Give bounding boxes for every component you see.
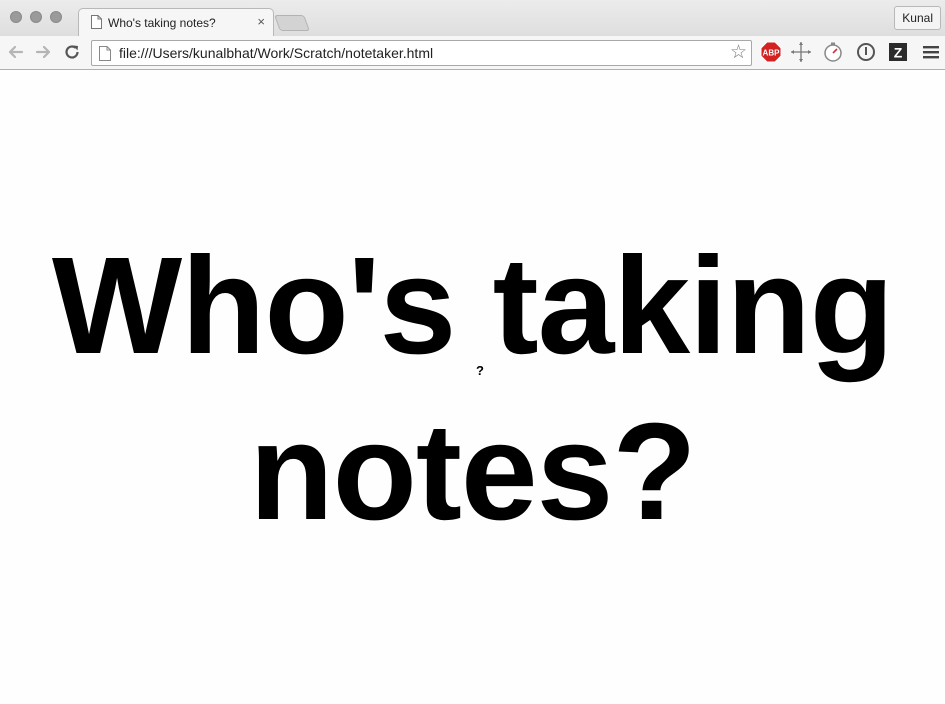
forward-arrow-icon[interactable]	[33, 42, 53, 62]
tab-active[interactable]: Who's taking notes? ×	[78, 8, 274, 36]
browser-window: Who's taking notes? × Kunal file:///User…	[0, 0, 945, 704]
window-close-button[interactable]	[10, 11, 22, 23]
adblock-plus-icon[interactable]: ABP	[760, 41, 782, 63]
page-headline: Who's taking notes?	[51, 229, 894, 549]
window-maximize-button[interactable]	[50, 11, 62, 23]
svg-text:Z: Z	[894, 45, 903, 61]
tab-strip: Who's taking notes? × Kunal	[0, 0, 945, 36]
tab-title: Who's taking notes?	[108, 16, 216, 30]
address-bar[interactable]: file:///Users/kunalbhat/Work/Scratch/not…	[91, 40, 752, 66]
tab-close-icon[interactable]: ×	[257, 14, 265, 29]
info-circle-icon[interactable]	[855, 41, 877, 63]
zotero-icon[interactable]: Z	[887, 41, 909, 63]
profile-button[interactable]: Kunal	[894, 6, 941, 30]
page-icon	[91, 15, 102, 29]
new-tab-button[interactable]	[274, 15, 310, 31]
stopwatch-icon[interactable]	[822, 41, 844, 63]
help-cursor-icon: ?	[476, 363, 484, 378]
reload-icon[interactable]	[62, 42, 82, 62]
window-minimize-button[interactable]	[30, 11, 42, 23]
move-cross-icon[interactable]	[790, 41, 812, 63]
bookmark-star-icon[interactable]: ☆	[730, 42, 747, 64]
back-arrow-icon[interactable]	[6, 42, 26, 62]
page-icon	[99, 46, 111, 61]
svg-text:ABP: ABP	[763, 49, 781, 58]
hamburger-menu-icon[interactable]	[920, 41, 942, 63]
url-text[interactable]: file:///Users/kunalbhat/Work/Scratch/not…	[119, 45, 433, 61]
toolbar: file:///Users/kunalbhat/Work/Scratch/not…	[0, 36, 945, 70]
page-content: Who's taking notes? ?	[0, 71, 945, 704]
